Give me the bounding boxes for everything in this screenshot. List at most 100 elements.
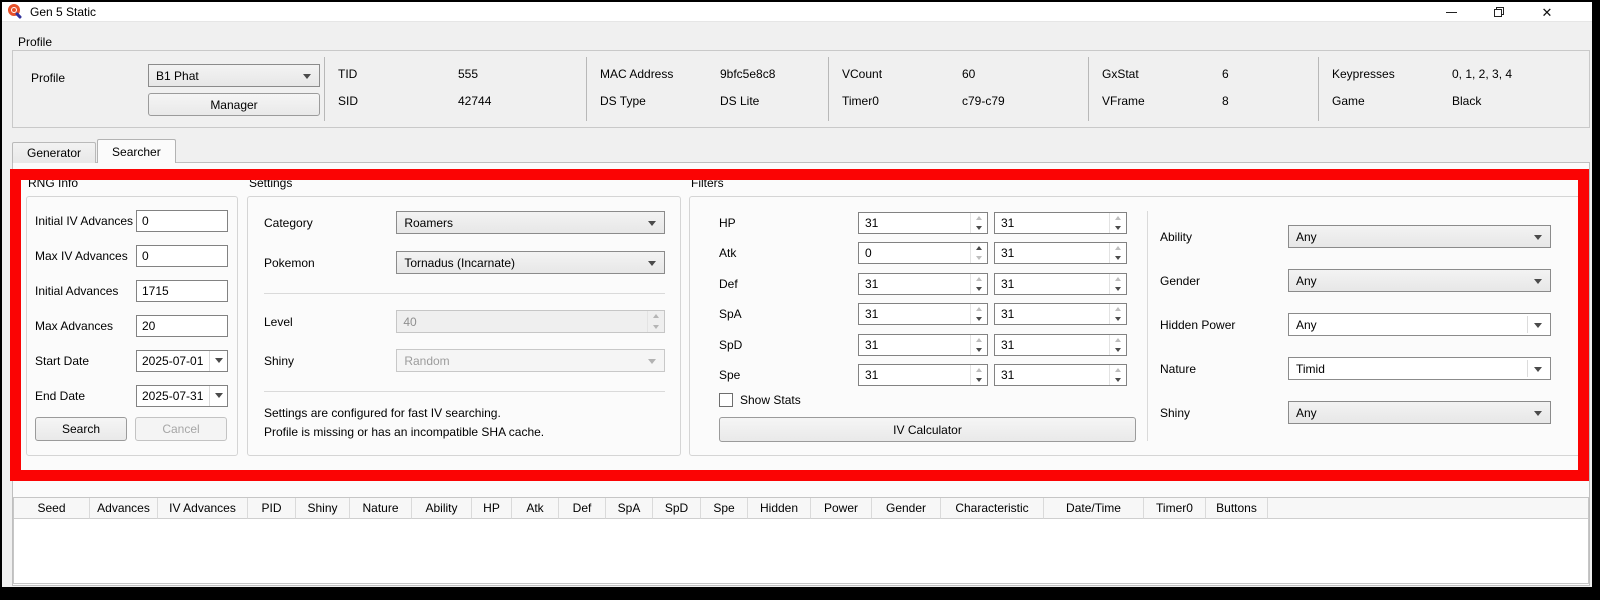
spin-up-icon <box>971 213 987 223</box>
pokemon-select[interactable]: Tornadus (Incarnate) <box>396 251 665 274</box>
column-header[interactable]: IV Advances <box>158 498 248 519</box>
minimize-button[interactable] <box>1434 2 1468 22</box>
category-label: Category <box>264 215 313 230</box>
spinner-buttons[interactable] <box>1109 213 1126 233</box>
spinner-buttons[interactable] <box>970 274 987 294</box>
info-label: Game <box>1332 94 1365 108</box>
tab[interactable]: Searcher <box>97 139 176 163</box>
filter-dropdown[interactable]: Any <box>1288 225 1551 248</box>
rng-field-input[interactable]: 0 <box>136 209 228 232</box>
iv-min-spinner[interactable]: 31 <box>858 273 988 295</box>
date-dropdown-button[interactable] <box>209 350 227 371</box>
category-select[interactable]: Roamers <box>396 211 665 234</box>
rng-field-input[interactable]: 0 <box>136 244 228 267</box>
column-header[interactable]: Seed <box>14 498 90 519</box>
iv-max-spinner[interactable]: 31 <box>994 212 1127 234</box>
spinner-buttons[interactable] <box>970 335 987 355</box>
restore-icon <box>1494 7 1504 17</box>
iv-min-spinner[interactable]: 31 <box>858 364 988 386</box>
column-header[interactable]: PID <box>248 498 296 519</box>
profile-info-row: Keypresses 0, 1, 2, 3, 4 <box>1332 67 1585 81</box>
spin-down-icon <box>1110 223 1126 233</box>
column-header[interactable]: Buttons <box>1206 498 1268 519</box>
spinner-buttons[interactable] <box>1109 335 1126 355</box>
filter-dropdown[interactable]: Any <box>1288 269 1551 292</box>
chevron-down-icon <box>648 220 656 226</box>
chevron-down-icon <box>1534 234 1542 240</box>
search-button[interactable]: Search <box>35 417 127 441</box>
manager-button[interactable]: Manager <box>148 93 320 116</box>
close-icon: ✕ <box>1541 4 1553 20</box>
spin-up-icon <box>971 243 987 253</box>
filter-dropdown-row: Gender Any <box>1160 269 1580 292</box>
column-header[interactable]: Characteristic <box>941 498 1044 519</box>
spin-up-icon <box>971 274 987 284</box>
iv-min-spinner[interactable]: 31 <box>858 334 988 356</box>
chevron-down-icon <box>648 358 656 364</box>
info-value: 0, 1, 2, 3, 4 <box>1452 67 1513 81</box>
iv-min-spinner[interactable]: 0 <box>858 242 988 264</box>
rng-field-input[interactable]: 1715 <box>136 279 228 302</box>
tab[interactable]: Generator <box>12 142 97 163</box>
spinner-buttons[interactable] <box>1109 274 1126 294</box>
iv-max-spinner[interactable]: 31 <box>994 303 1127 325</box>
column-header[interactable]: Def <box>559 498 606 519</box>
column-header[interactable]: Atk <box>512 498 559 519</box>
date-dropdown-button[interactable] <box>209 385 227 406</box>
profile-select[interactable]: B1 Phat <box>148 64 320 87</box>
level-spinner[interactable]: 40 <box>396 310 665 333</box>
spinner-buttons[interactable] <box>647 311 664 332</box>
column-header[interactable]: HP <box>472 498 512 519</box>
rng-field-input[interactable]: 20 <box>136 314 228 337</box>
spinner-buttons[interactable] <box>970 213 987 233</box>
rng-field-label: Max IV Advances <box>35 248 128 263</box>
column-header[interactable]: Date/Time <box>1044 498 1144 519</box>
rng-field-row: Max IV Advances 0 <box>27 238 237 273</box>
spinner-buttons[interactable] <box>1109 304 1126 324</box>
info-label: TID <box>338 67 358 81</box>
tab-bar: Generator Searcher <box>12 139 177 163</box>
column-header[interactable]: Spe <box>701 498 748 519</box>
column-header[interactable]: SpD <box>653 498 701 519</box>
window-title: Gen 5 Static <box>30 4 97 19</box>
column-header[interactable]: Shiny <box>296 498 350 519</box>
column-header[interactable]: Advances <box>90 498 158 519</box>
column-header[interactable]: SpA <box>606 498 653 519</box>
filter-dropdown[interactable]: Timid <box>1288 357 1551 380</box>
iv-max-spinner[interactable]: 31 <box>994 242 1127 264</box>
rng-info-frame: Initial IV Advances 0 Max IV Advances 0 <box>26 196 238 456</box>
show-stats-checkbox[interactable] <box>719 393 733 407</box>
iv-max-spinner[interactable]: 31 <box>994 364 1127 386</box>
iv-min-spinner[interactable]: 31 <box>858 303 988 325</box>
spinner-buttons[interactable] <box>970 243 987 263</box>
rng-field-row: Initial IV Advances 0 <box>27 203 237 238</box>
column-header[interactable]: Hidden <box>748 498 811 519</box>
rng-field-input[interactable]: 2025-07-01 <box>136 349 228 372</box>
column-header[interactable]: Ability <box>412 498 472 519</box>
spin-up-icon <box>648 311 664 322</box>
filter-dropdown[interactable]: Any <box>1288 313 1551 336</box>
info-value: 555 <box>458 67 479 81</box>
spinner-buttons[interactable] <box>970 365 987 385</box>
iv-min-spinner[interactable]: 31 <box>858 212 988 234</box>
spinner-buttons[interactable] <box>1109 365 1126 385</box>
rng-field-input[interactable]: 2025-07-31 <box>136 384 228 407</box>
rng-field-label: End Date <box>35 388 86 403</box>
rng-field-row: Max Advances 20 <box>27 308 237 343</box>
spinner-buttons[interactable] <box>1109 243 1126 263</box>
iv-calculator-button[interactable]: IV Calculator <box>719 417 1136 442</box>
iv-max-spinner[interactable]: 31 <box>994 334 1127 356</box>
cancel-button[interactable]: Cancel <box>135 417 227 441</box>
restore-button[interactable] <box>1482 2 1516 22</box>
column-header[interactable]: Timer0 <box>1144 498 1206 519</box>
column-header[interactable]: Power <box>811 498 872 519</box>
shiny-select[interactable]: Random <box>396 349 665 372</box>
column-header[interactable]: Gender <box>872 498 941 519</box>
iv-max-spinner[interactable]: 31 <box>994 273 1127 295</box>
iv-stat-label: Def <box>719 277 738 291</box>
spinner-buttons[interactable] <box>970 304 987 324</box>
iv-stat-label: Spe <box>719 368 741 382</box>
filter-dropdown[interactable]: Any <box>1288 401 1551 424</box>
column-header[interactable]: Nature <box>350 498 412 519</box>
close-button[interactable]: ✕ <box>1530 2 1564 22</box>
